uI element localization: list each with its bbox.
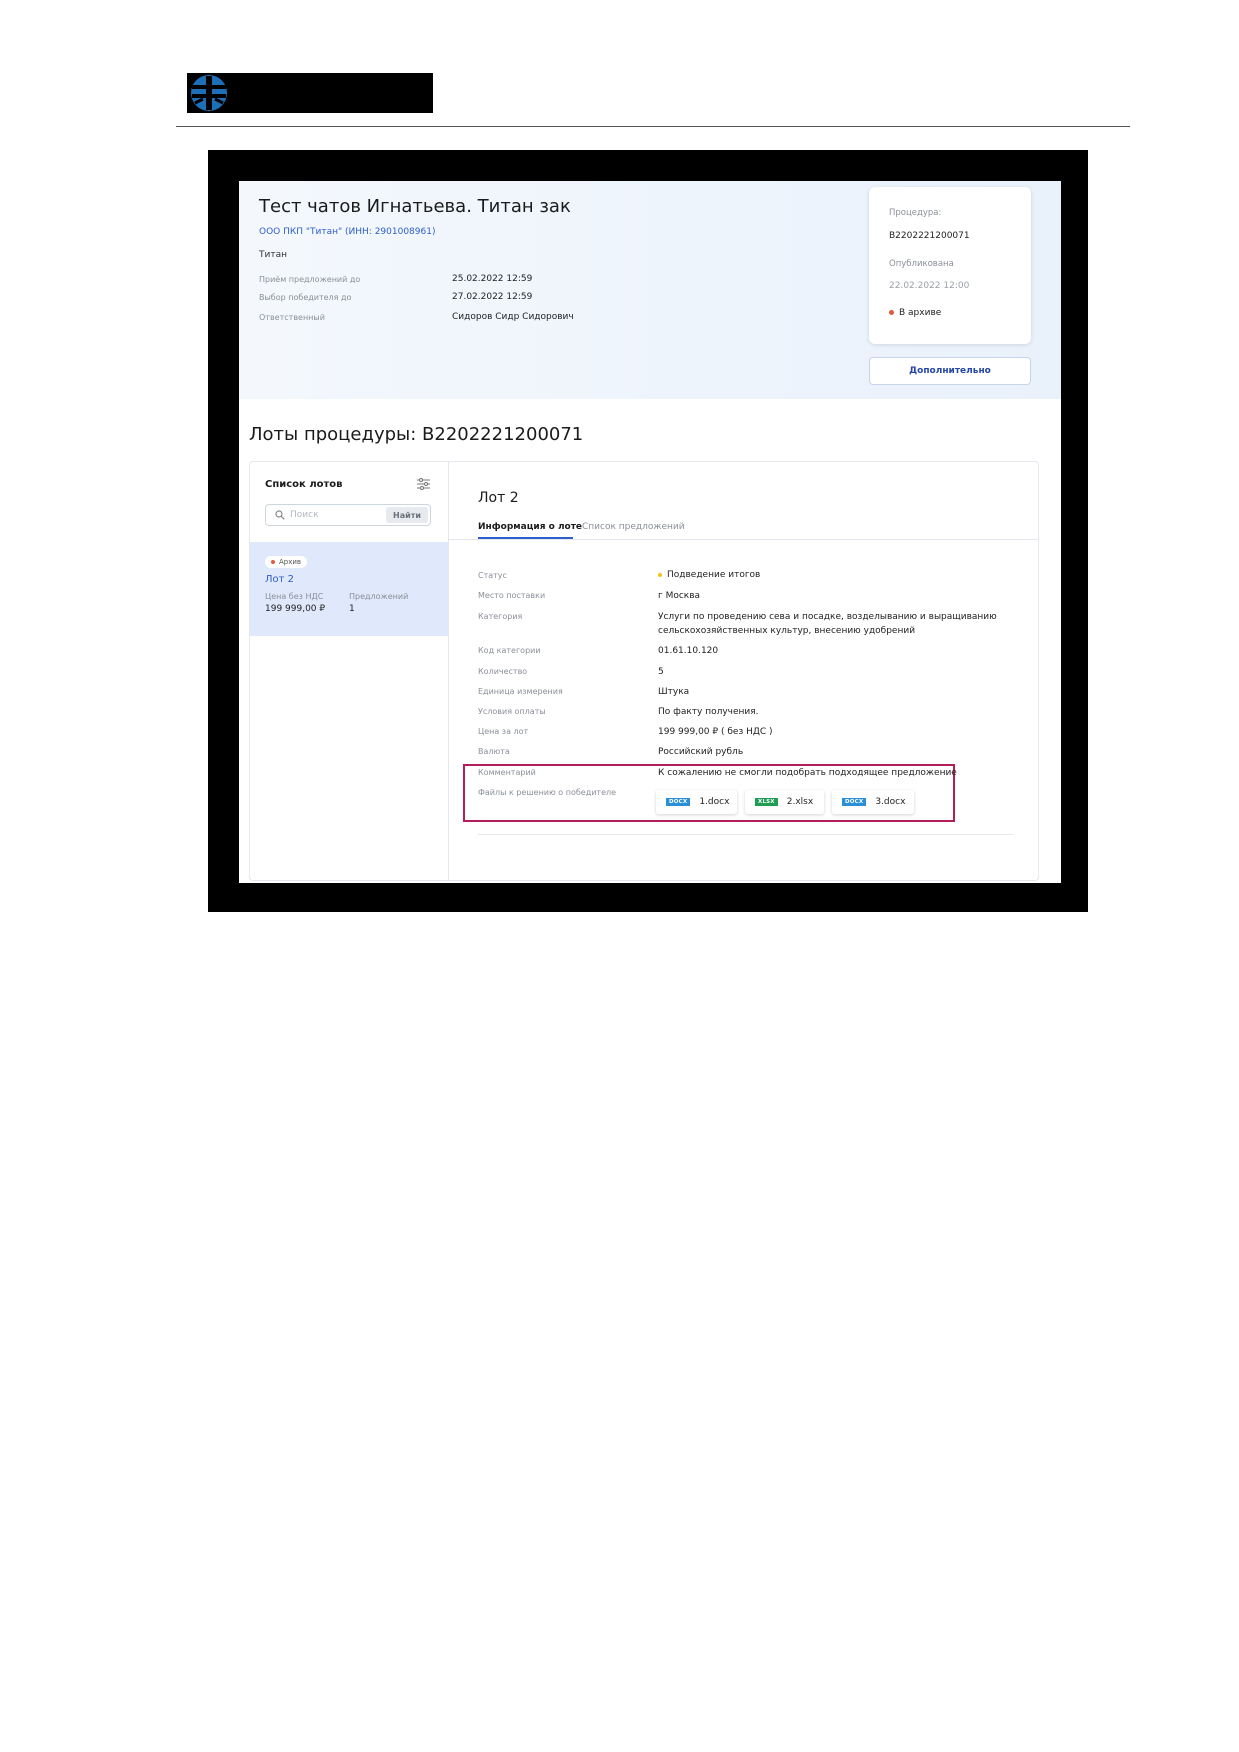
organization-name: Титан — [259, 250, 287, 260]
comment-value: К сожалению не смогли подобрать подходящ… — [658, 768, 957, 778]
archive-dot-icon — [271, 560, 275, 564]
lot-list-item[interactable]: Архив Лот 2 Цена без НДС Предложений 199… — [250, 542, 448, 636]
published-date: 22.02.2022 12:00 — [889, 281, 970, 291]
category-code-value: 01.61.10.120 — [658, 646, 719, 656]
responsible-value: Сидоров Сидр Сидорович — [452, 312, 574, 322]
comment-label: Комментарий — [478, 768, 536, 777]
detail-divider — [478, 834, 1013, 835]
filter-icon[interactable] — [417, 478, 430, 490]
winner-deadline-label: Выбор победителя до — [259, 293, 352, 302]
archive-badge: Архив — [265, 556, 308, 568]
organization-link[interactable]: ООО ПКП "Титан" (ИНН: 2901008961) — [259, 227, 435, 237]
lot-name: Лот 2 — [265, 574, 295, 585]
tabs-divider — [448, 539, 1038, 540]
status-dot-icon — [658, 572, 662, 577]
place-label: Место поставки — [478, 591, 546, 600]
status-text: В архиве — [899, 308, 942, 318]
responsible-label: Ответственный — [259, 313, 325, 322]
archive-badge-text: Архив — [279, 558, 302, 566]
quantity-value: 5 — [658, 667, 664, 677]
status-label: Статус — [478, 571, 507, 580]
lot-price-value: 199 999,00 ₽ — [265, 604, 326, 614]
currency-label: Валюта — [478, 747, 510, 756]
tab-offers-list[interactable]: Список предложений — [582, 522, 685, 532]
category-code-label: Код категории — [478, 646, 541, 655]
file-3[interactable]: DOCX 3.docx — [832, 790, 914, 814]
offers-deadline-label: Приём предложений до — [259, 275, 361, 284]
lots-list-title: Список лотов — [265, 479, 343, 490]
price-value: 199 999,00 ₽ ( без НДС ) — [658, 727, 773, 737]
price-label: Цена за лот — [478, 727, 529, 736]
file-name: 2.xlsx — [786, 797, 814, 807]
xlsx-file-icon: XLSX — [755, 798, 778, 806]
procedure-title: Тест чатов Игнатьева. Титан зак — [259, 196, 571, 217]
search-icon — [275, 510, 285, 520]
files-label: Файлы к решению о победителе — [478, 788, 617, 797]
status-value-text: Подведение итогов — [667, 570, 761, 580]
search-button[interactable]: Найти — [386, 507, 428, 523]
lot-offers-label: Предложений — [349, 592, 409, 601]
category-label: Категория — [478, 612, 523, 621]
header-divider — [176, 126, 1130, 127]
procedure-label: Процедура: — [889, 208, 942, 218]
category-value-line1: Услуги по проведению сева и посадке, воз… — [658, 612, 997, 622]
unit-value: Штука — [658, 687, 690, 697]
category-value-line2: сельскохозяйственных культур, внесению у… — [658, 626, 916, 636]
payment-value: По факту получения. — [658, 707, 759, 717]
lots-panel: Список лотов Найти Архив — [249, 461, 1039, 881]
file-name: 3.docx — [875, 797, 906, 807]
status-badge: В архиве — [889, 308, 941, 318]
file-2[interactable]: XLSX 2.xlsx — [745, 790, 824, 814]
lots-sidebar: Список лотов Найти Архив — [250, 462, 449, 880]
more-button[interactable]: Дополнительно — [869, 357, 1031, 385]
docx-file-icon: DOCX — [666, 798, 691, 806]
procedure-info-card: Процедура: В2202221200071 Опубликована 2… — [869, 187, 1031, 344]
lot-price-label: Цена без НДС — [265, 592, 324, 601]
payment-label: Условия оплаты — [478, 707, 546, 716]
procedure-number: В2202221200071 — [889, 231, 970, 241]
lot-detail: Лот 2 Информация о лоте Список предложен… — [448, 462, 1038, 880]
currency-value: Российский рубль — [658, 747, 744, 757]
quantity-label: Количество — [478, 667, 528, 676]
company-logo — [187, 73, 433, 113]
lots-title: Лоты процедуры: В2202221200071 — [249, 424, 584, 445]
tab-lot-info[interactable]: Информация о лоте — [478, 522, 582, 532]
unit-label: Единица измерения — [478, 687, 563, 696]
winner-deadline-value: 27.02.2022 12:59 — [452, 292, 533, 302]
docx-file-icon: DOCX — [842, 798, 867, 806]
lot-detail-title: Лот 2 — [478, 490, 519, 506]
screenshot: Тест чатов Игнатьева. Титан зак ООО ПКП … — [239, 181, 1061, 883]
status-value: Подведение итогов — [658, 568, 760, 582]
lot-search: Найти — [265, 504, 431, 526]
procedure-header: Тест чатов Игнатьева. Титан зак ООО ПКП … — [239, 181, 1061, 399]
logo-emblem-icon — [191, 75, 227, 111]
place-value: г Москва — [658, 591, 701, 601]
offers-deadline-value: 25.02.2022 12:59 — [452, 274, 533, 284]
file-name: 1.docx — [699, 797, 730, 807]
published-label: Опубликована — [889, 259, 954, 269]
file-1[interactable]: DOCX 1.docx — [656, 790, 737, 814]
lot-offers-value: 1 — [349, 604, 355, 614]
search-input[interactable] — [290, 508, 370, 522]
status-dot-icon — [889, 310, 894, 315]
